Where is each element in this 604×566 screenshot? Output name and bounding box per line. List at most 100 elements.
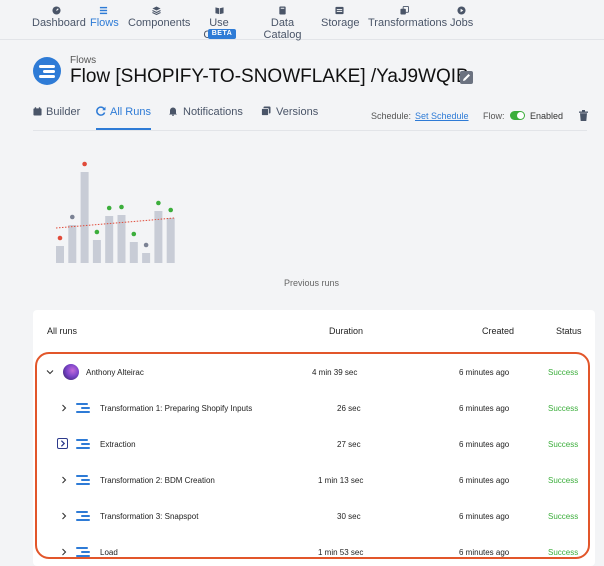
task-duration: 26 sec — [337, 404, 361, 413]
versions-icon — [261, 106, 271, 116]
nav-dashboard-label: Dashboard — [32, 17, 86, 29]
chart-caption: Previous runs — [284, 278, 340, 288]
flows-icon — [99, 6, 108, 15]
run-bar[interactable] — [68, 225, 77, 263]
task-icon — [76, 547, 91, 557]
data-catalog-icon — [279, 6, 286, 15]
task-status: Success — [548, 476, 579, 485]
tab-all-runs-label: All Runs — [110, 106, 151, 118]
run-status-dot — [168, 207, 173, 213]
breadcrumb[interactable]: Flows — [70, 55, 96, 66]
nav-data-catalog[interactable]: Data Catalog — [254, 6, 311, 41]
tab-versions-label: Versions — [276, 106, 319, 118]
run-status-dot — [70, 214, 75, 220]
task-created: 6 minutes ago — [459, 512, 510, 521]
nav-components-label: Components — [128, 17, 191, 29]
chevron-right-icon[interactable] — [60, 476, 68, 484]
avatar — [63, 364, 79, 380]
builder-icon — [33, 107, 42, 116]
beta-badge: BETA — [208, 29, 236, 39]
header-all-runs: All runs — [47, 326, 78, 336]
chevron-right-icon — [60, 440, 66, 447]
enabled-label: Enabled — [530, 111, 564, 121]
nav-storage[interactable]: Storage — [321, 6, 360, 29]
components-icon — [151, 6, 161, 15]
storage-icon — [334, 6, 344, 15]
task-status: Success — [548, 512, 579, 521]
expand-toggle[interactable] — [57, 438, 68, 449]
task-name[interactable]: Transformation 3: Snapspot — [100, 512, 198, 521]
tab-notifications-label: Notifications — [183, 106, 243, 118]
run-status-dot — [119, 204, 124, 210]
tabs-divider — [33, 130, 587, 131]
refresh-icon — [96, 106, 106, 116]
tab-notifications[interactable]: Notifications — [168, 106, 243, 118]
jobs-icon — [457, 6, 466, 15]
edit-title-button[interactable] — [460, 71, 473, 84]
delete-flow-button[interactable] — [579, 110, 588, 121]
nav-components[interactable]: Components — [128, 6, 190, 29]
nav-jobs[interactable]: Jobs — [450, 6, 473, 29]
run-status: Success — [548, 368, 579, 377]
runs-table-card — [33, 310, 595, 566]
run-bar[interactable] — [142, 253, 151, 263]
task-created: 6 minutes ago — [459, 548, 510, 557]
run-duration: 4 min 39 sec — [312, 368, 358, 377]
tab-builder[interactable]: Builder — [33, 106, 80, 118]
flow-logo-icon — [33, 57, 61, 85]
pencil-icon — [463, 74, 470, 81]
chevron-right-icon[interactable] — [60, 548, 68, 556]
task-name[interactable]: Load — [100, 548, 118, 557]
task-name[interactable]: Transformation 1: Preparing Shopify Inpu… — [100, 404, 252, 413]
schedule-label: Schedule: — [371, 111, 412, 121]
task-icon — [76, 511, 91, 521]
tab-versions[interactable]: Versions — [261, 106, 318, 118]
task-name[interactable]: Transformation 2: BDM Creation — [100, 476, 215, 485]
task-duration: 30 sec — [337, 512, 361, 521]
task-icon — [76, 403, 91, 413]
task-duration: 1 min 53 sec — [318, 548, 364, 557]
bell-icon — [169, 107, 177, 117]
nav-transformations[interactable]: Transformations — [368, 6, 447, 29]
task-status: Success — [548, 404, 579, 413]
run-status-dot — [143, 242, 149, 248]
task-status: Success — [548, 548, 579, 557]
header-created[interactable]: Created — [482, 326, 514, 336]
task-status: Success — [548, 440, 579, 449]
header-status[interactable]: Status — [556, 326, 582, 336]
nav-storage-label: Storage — [321, 17, 360, 29]
chevron-down-icon[interactable] — [46, 368, 54, 376]
top-navigation: Dashboard Flows Components Use Cases BET… — [0, 0, 604, 41]
run-bar[interactable] — [117, 215, 126, 263]
chevron-right-icon[interactable] — [60, 404, 68, 412]
run-bar[interactable] — [105, 216, 114, 263]
run-status-dot — [131, 231, 137, 237]
nav-dashboard[interactable]: Dashboard — [32, 6, 86, 29]
tab-builder-label: Builder — [46, 106, 81, 118]
transformations-icon — [399, 6, 409, 15]
tab-all-runs[interactable]: All Runs — [96, 106, 151, 118]
run-bar[interactable] — [166, 218, 175, 263]
run-user[interactable]: Anthony Alteirac — [86, 368, 144, 377]
flow-enabled-toggle[interactable] — [510, 111, 525, 120]
header-duration[interactable]: Duration — [329, 326, 363, 336]
run-bar[interactable] — [129, 242, 138, 263]
nav-transformations-label: Transformations — [368, 17, 448, 29]
run-status-dot — [57, 235, 63, 241]
run-created: 6 minutes ago — [459, 368, 510, 377]
task-name[interactable]: Extraction — [100, 440, 136, 449]
set-schedule-link[interactable]: Set Schedule — [415, 111, 469, 121]
task-duration: 27 sec — [337, 440, 361, 449]
task-created: 6 minutes ago — [459, 440, 510, 449]
run-bar[interactable] — [80, 172, 89, 263]
chevron-right-icon[interactable] — [60, 512, 68, 520]
dashboard-icon — [51, 6, 61, 15]
nav-flows[interactable]: Flows — [90, 6, 119, 29]
task-created: 6 minutes ago — [459, 476, 510, 485]
run-status-dot — [82, 161, 87, 167]
run-bar[interactable] — [56, 246, 64, 263]
run-bar[interactable] — [92, 240, 101, 263]
page-title: Flow [SHOPIFY-TO-SNOWFLAKE] /YaJ9WQIB — [70, 66, 469, 87]
nav-flows-label: Flows — [90, 17, 119, 29]
task-icon — [76, 439, 91, 449]
